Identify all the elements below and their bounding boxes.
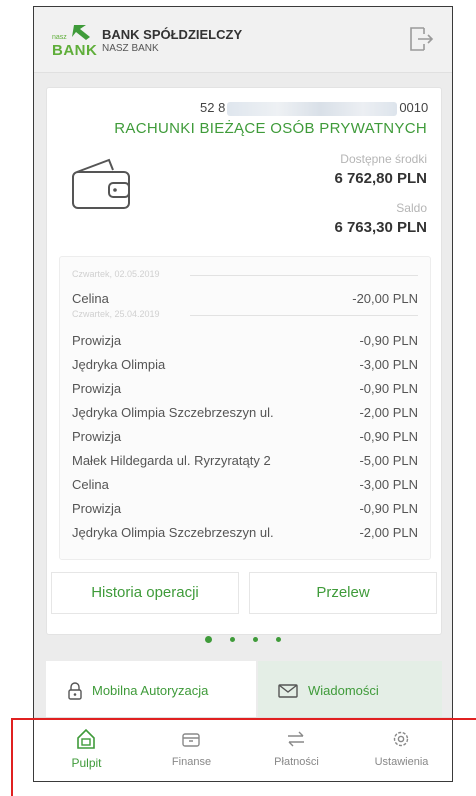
svg-text:nasz: nasz bbox=[52, 34, 67, 41]
app-screen: nasz BANK BANK SPÓŁDZIELCZY NASZ BANK 52… bbox=[33, 6, 453, 782]
transaction-list[interactable]: Czwartek, 02.05.2019 Celina -20,00 PLN Cz… bbox=[59, 256, 431, 560]
list-fade bbox=[60, 537, 430, 559]
gear-icon bbox=[393, 731, 409, 747]
transaction-row[interactable]: Prowizja -0,90 PLN bbox=[72, 381, 418, 401]
transfer-button[interactable]: Przelew bbox=[249, 572, 437, 614]
date-separator: Czwartek, 02.05.2019 bbox=[72, 269, 418, 281]
messages-button[interactable]: Wiadomości bbox=[258, 661, 442, 721]
wallet-icon bbox=[72, 158, 130, 209]
nav-pulpit[interactable]: Pulpit bbox=[34, 718, 139, 781]
carousel-pager bbox=[34, 631, 452, 644]
available-label: Dostępne środki bbox=[340, 152, 427, 166]
transaction-row[interactable]: Prowizja -0,90 PLN bbox=[72, 333, 418, 353]
pager-dot-3[interactable] bbox=[253, 637, 258, 643]
transaction-row[interactable]: Małek Hildegarda ul. Ryrzyratąty 2 -5,00 … bbox=[72, 453, 418, 473]
account-actions: Historia operacji Przelew bbox=[47, 572, 441, 624]
app-header: nasz BANK BANK SPÓŁDZIELCZY NASZ BANK bbox=[34, 7, 452, 73]
transaction-row[interactable]: Jędryka Olimpia -3,00 PLN bbox=[72, 357, 418, 377]
nav-ustawienia[interactable]: Ustawienia bbox=[349, 718, 452, 781]
account-number: 52 8 0010 bbox=[200, 100, 429, 116]
available-amount: 6 762,80 PLN bbox=[334, 170, 427, 187]
nav-finanse[interactable]: Finanse bbox=[139, 718, 244, 781]
logout-icon[interactable] bbox=[408, 25, 434, 53]
transaction-row[interactable]: Celina -3,00 PLN bbox=[72, 477, 418, 497]
home-icon bbox=[77, 728, 95, 749]
mobile-auth-button[interactable]: Mobilna Autoryzacja bbox=[46, 661, 256, 721]
date-separator: Czwartek, 25.04.2019 bbox=[72, 309, 418, 321]
bank-logo: nasz BANK bbox=[52, 23, 97, 59]
lock-icon bbox=[68, 682, 82, 700]
balance-amount: 6 763,30 PLN bbox=[334, 219, 427, 236]
envelope-icon bbox=[278, 684, 298, 698]
transaction-row[interactable]: Celina -20,00 PLN bbox=[72, 291, 418, 311]
shortcut-bar: Mobilna Autoryzacja Wiadomości bbox=[46, 661, 442, 721]
logo-bank-word: BANK bbox=[52, 42, 98, 59]
bank-name: BANK SPÓŁDZIELCZY bbox=[102, 27, 243, 42]
transaction-row[interactable]: Prowizja -0,90 PLN bbox=[72, 501, 418, 521]
history-button[interactable]: Historia operacji bbox=[51, 572, 239, 614]
transaction-row[interactable]: Prowizja -0,90 PLN bbox=[72, 429, 418, 449]
transaction-row[interactable]: Jędryka Olimpia Szczebrzeszyn ul. -2,00 P… bbox=[72, 405, 418, 425]
account-type: RACHUNKI BIEŻĄCE OSÓB PRYWATNYCH bbox=[114, 120, 427, 137]
balance-label: Saldo bbox=[396, 201, 427, 215]
wallet-icon bbox=[182, 733, 200, 747]
transfer-icon bbox=[288, 731, 304, 747]
pager-dot-4[interactable] bbox=[276, 637, 281, 643]
logo-arrow-icon: nasz bbox=[52, 25, 90, 41]
nav-platnosci[interactable]: Płatności bbox=[244, 718, 349, 781]
account-card[interactable]: 52 8 0010 RACHUNKI BIEŻĄCE OSÓB PRYWATNYC… bbox=[46, 87, 442, 635]
bank-subtitle: NASZ BANK bbox=[102, 43, 159, 54]
masked-digits bbox=[227, 101, 398, 116]
bottom-navigation: Pulpit Finanse Płatności Ustawienia bbox=[34, 717, 452, 781]
pager-dot-1[interactable] bbox=[205, 636, 212, 644]
pager-dot-2[interactable] bbox=[230, 637, 235, 643]
